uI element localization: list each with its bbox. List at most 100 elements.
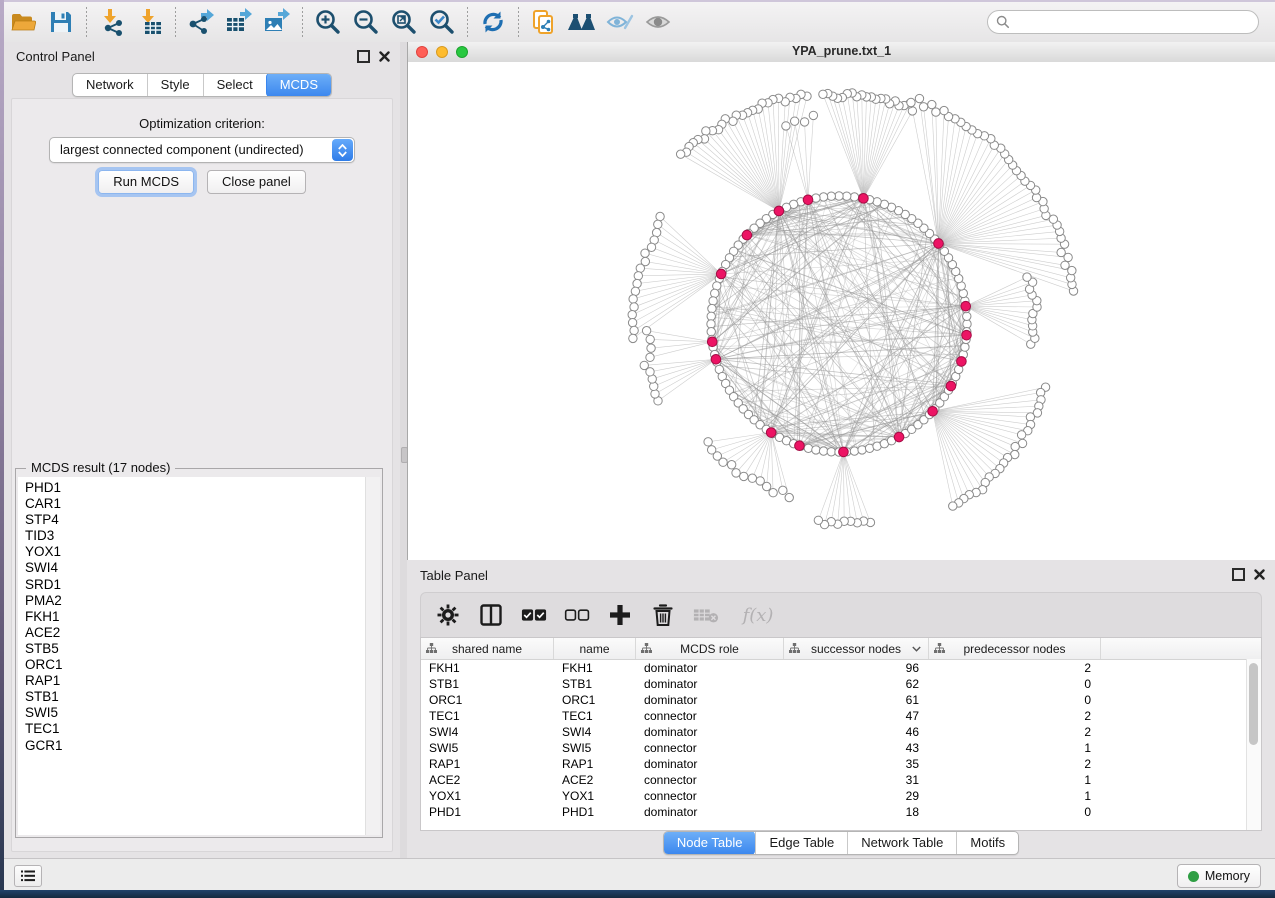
- hide-selected-button[interactable]: [601, 5, 639, 39]
- tab-style[interactable]: Style: [147, 74, 203, 96]
- export-table-button[interactable]: [220, 5, 258, 39]
- tab-motifs[interactable]: Motifs: [956, 832, 1018, 854]
- cell: 2: [929, 709, 1101, 723]
- tree-icon: [789, 643, 800, 654]
- tab-network[interactable]: Network: [73, 74, 147, 96]
- mcds-result-item[interactable]: YOX1: [18, 544, 366, 560]
- table-panel-title: Table Panel: [420, 568, 488, 583]
- table-scrollbar-thumb[interactable]: [1249, 663, 1258, 745]
- tab-network-table[interactable]: Network Table: [847, 832, 956, 854]
- zoom-fit-button[interactable]: [385, 5, 423, 39]
- import-network-button[interactable]: [93, 5, 131, 39]
- table-settings-button[interactable]: [435, 602, 461, 628]
- export-network-button[interactable]: [182, 5, 220, 39]
- table-row[interactable]: PHD1PHD1dominator180: [421, 804, 1261, 820]
- cell: FKH1: [421, 661, 554, 675]
- column-header-name[interactable]: name: [554, 638, 636, 659]
- mcds-result-item[interactable]: ORC1: [18, 657, 366, 673]
- column-header-shared-name[interactable]: shared name: [421, 638, 554, 659]
- mcds-result-item[interactable]: SWI4: [18, 560, 366, 576]
- run-mcds-button[interactable]: Run MCDS: [98, 170, 194, 194]
- show-all-button[interactable]: [639, 5, 677, 39]
- add-column-button[interactable]: [607, 602, 633, 628]
- column-header-MCDS-role[interactable]: MCDS role: [636, 638, 784, 659]
- mcds-result-item[interactable]: SRD1: [18, 577, 366, 593]
- zoom-in-button[interactable]: [309, 5, 347, 39]
- float-table-panel-button[interactable]: [1232, 568, 1245, 581]
- table-row[interactable]: YOX1YOX1connector291: [421, 788, 1261, 804]
- cell: 62: [784, 677, 929, 691]
- control-panel-title: Control Panel: [16, 49, 95, 64]
- mcds-result-box: MCDS result (17 nodes) PHD1CAR1STP4TID3Y…: [15, 468, 383, 838]
- apply-layout-button[interactable]: [474, 5, 512, 39]
- zoom-out-button[interactable]: [347, 5, 385, 39]
- table-row[interactable]: TEC1TEC1connector472: [421, 708, 1261, 724]
- open-file-button[interactable]: [4, 5, 42, 39]
- mcds-result-item[interactable]: CAR1: [18, 496, 366, 512]
- tab-select[interactable]: Select: [203, 74, 266, 96]
- network-window-titlebar[interactable]: YPA_prune.txt_1: [408, 42, 1275, 63]
- delete-column-button[interactable]: [650, 602, 676, 628]
- mcds-result-item[interactable]: STB5: [18, 641, 366, 657]
- mcds-result-item[interactable]: FKH1: [18, 609, 366, 625]
- column-header-successor-nodes[interactable]: successor nodes: [784, 638, 929, 659]
- table-row[interactable]: STB1STB1dominator620: [421, 676, 1261, 692]
- mcds-result-item[interactable]: PHD1: [18, 480, 366, 496]
- network-graph[interactable]: [408, 62, 1274, 560]
- column-header-predecessor-nodes[interactable]: predecessor nodes: [929, 638, 1101, 659]
- cell: 2: [929, 725, 1101, 739]
- float-panel-button[interactable]: [357, 50, 370, 63]
- vertical-splitter[interactable]: [400, 42, 407, 858]
- export-image-button[interactable]: [258, 5, 296, 39]
- cell: TEC1: [421, 709, 554, 723]
- mcds-result-item[interactable]: STB1: [18, 689, 366, 705]
- search-field[interactable]: [987, 10, 1259, 34]
- toolbar-separator: [302, 7, 303, 37]
- new-network-from-selection-button[interactable]: [525, 5, 563, 39]
- checked-boxes-icon: [521, 608, 547, 622]
- delete-table-button[interactable]: [693, 602, 719, 628]
- close-table-panel-icon[interactable]: [1254, 569, 1265, 580]
- search-input[interactable]: [1016, 14, 1250, 30]
- table-row[interactable]: SWI4SWI4dominator462: [421, 724, 1261, 740]
- cell: connector: [636, 789, 784, 803]
- tab-mcds[interactable]: MCDS: [266, 73, 331, 97]
- zoom-selected-button[interactable]: [423, 5, 461, 39]
- split-columns-button[interactable]: [478, 602, 504, 628]
- close-panel-button[interactable]: Close panel: [207, 170, 306, 194]
- desktop-edge-left: [0, 0, 4, 898]
- import-table-button[interactable]: [131, 5, 169, 39]
- table-row[interactable]: ACE2ACE2connector311: [421, 772, 1261, 788]
- mcds-result-item[interactable]: GCR1: [18, 738, 366, 754]
- mcds-result-item[interactable]: SWI5: [18, 705, 366, 721]
- deselect-all-columns-button[interactable]: [564, 602, 590, 628]
- first-neighbors-button[interactable]: [563, 5, 601, 39]
- mcds-result-item[interactable]: ACE2: [18, 625, 366, 641]
- criterion-select[interactable]: largest connected component (undirected): [49, 137, 355, 163]
- table-scrollbar[interactable]: [1246, 659, 1261, 830]
- select-all-columns-button[interactable]: [521, 602, 547, 628]
- table-row[interactable]: ORC1ORC1dominator610: [421, 692, 1261, 708]
- close-panel-icon[interactable]: [379, 51, 390, 62]
- mcds-result-item[interactable]: RAP1: [18, 673, 366, 689]
- mcds-result-item[interactable]: PMA2: [18, 593, 366, 609]
- show-panel-list-button[interactable]: [14, 865, 42, 887]
- cell: SWI5: [554, 741, 636, 755]
- save-button[interactable]: [42, 5, 80, 39]
- mcds-result-scrollbar[interactable]: [365, 477, 380, 835]
- memory-button[interactable]: Memory: [1177, 864, 1261, 888]
- table-row[interactable]: FKH1FKH1dominator962: [421, 660, 1261, 676]
- table-row[interactable]: SWI5SWI5connector431: [421, 740, 1261, 756]
- function-builder-button[interactable]: f(x): [736, 602, 780, 628]
- column-header-label: predecessor nodes: [963, 642, 1065, 656]
- mcds-result-list[interactable]: PHD1CAR1STP4TID3YOX1SWI4SRD1PMA2FKH1ACE2…: [18, 477, 366, 835]
- cell: dominator: [636, 725, 784, 739]
- table-row[interactable]: RAP1RAP1dominator352: [421, 756, 1261, 772]
- mcds-result-item[interactable]: TEC1: [18, 721, 366, 737]
- tab-edge-table[interactable]: Edge Table: [755, 832, 847, 854]
- mcds-result-item[interactable]: TID3: [18, 528, 366, 544]
- cell: dominator: [636, 693, 784, 707]
- tab-node-table[interactable]: Node Table: [664, 831, 756, 855]
- network-canvas[interactable]: [408, 62, 1275, 560]
- mcds-result-item[interactable]: STP4: [18, 512, 366, 528]
